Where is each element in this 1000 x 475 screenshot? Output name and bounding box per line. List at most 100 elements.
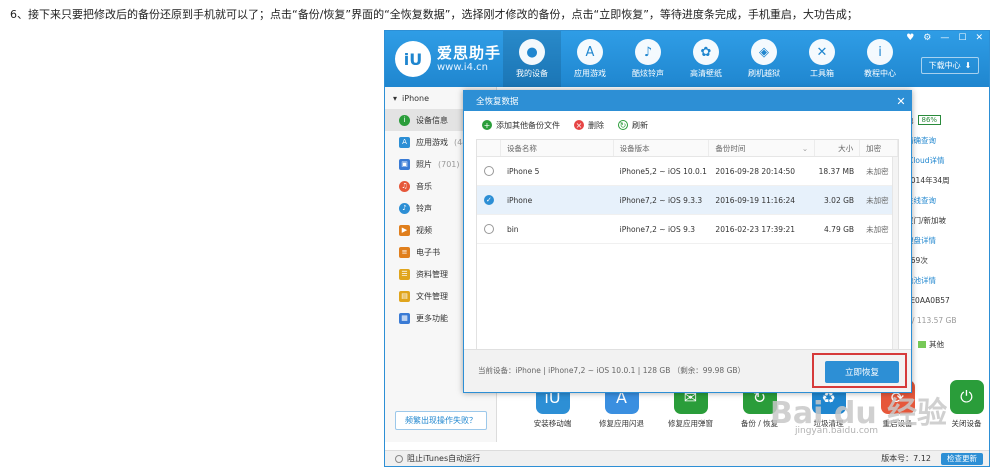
info-link[interactable]: iCloud详情 (906, 150, 992, 170)
tool-label: 安装移动端 (533, 419, 572, 428)
full-restore-dialog: 全恢复数据 ✕ + 添加其他备份文件 × 删除 ↻ 刷新 设备名称 设备版本 备… (463, 90, 912, 393)
header-backup-time-label: 备份时间 (715, 143, 746, 153)
operation-failed-help-button[interactable]: 频繁出现操作失败？ (395, 411, 487, 430)
close-icon[interactable]: ✕ (891, 91, 911, 111)
row-radio[interactable] (477, 157, 501, 185)
add-backup-button[interactable]: + 添加其他备份文件 (482, 120, 560, 131)
table-row-selected[interactable]: ✓ iPhone iPhone7,2 ~ iOS 9.3.3 2016-09-1… (477, 186, 898, 215)
info-icon: i (867, 39, 893, 65)
info-text: 2014年34周 (906, 175, 950, 185)
add-backup-label: 添加其他备份文件 (496, 120, 560, 130)
sidebar-item-label: 视频 (416, 225, 432, 235)
sidebar-item-label: 更多功能 (416, 313, 448, 323)
info-text: 厦门/新加坡 (906, 215, 947, 225)
radio-icon (483, 166, 494, 176)
nav-ringtones[interactable]: ♪ 酷炫铃声 (619, 31, 677, 87)
grid-icon: ▦ (399, 312, 410, 324)
refresh-button[interactable]: ↻ 刷新 (618, 120, 648, 131)
refresh-label: 刷新 (632, 120, 648, 130)
annotation-highlight-box (812, 353, 907, 388)
info-icon: i (399, 114, 410, 126)
nav-label: 工具箱 (810, 69, 834, 78)
header-encryption[interactable]: 加密 (860, 140, 898, 156)
header-backup-time[interactable]: 备份时间 ⌄ (709, 140, 816, 156)
cell-device-version: iPhone7,2 ~ iOS 9.3.3 (619, 195, 703, 205)
nav-flash-jailbreak[interactable]: ◈ 刷机越狱 (735, 31, 793, 87)
sidebar-item-count: (701) (438, 159, 460, 169)
i4-logo: iU (395, 41, 431, 77)
row-radio[interactable]: ✓ (477, 186, 501, 214)
header-device-version[interactable]: 设备版本 (614, 140, 710, 156)
info-link[interactable]: 在线查询 (906, 190, 992, 210)
contacts-icon: ☰ (399, 268, 410, 280)
row-radio[interactable] (477, 215, 501, 243)
nav-wallpapers[interactable]: ✿ 高清壁纸 (677, 31, 735, 87)
battery-row: 电 86% (906, 110, 992, 130)
cell-device-version: iPhone5,2 ~ iOS 10.0.1 (619, 166, 707, 176)
table-row[interactable]: iPhone 5 iPhone5,2 ~ iOS 10.0.1 2016-09-… (477, 157, 898, 186)
bell-icon: ♪ (635, 39, 661, 65)
folder-icon: ▤ (399, 290, 410, 302)
cell-size: 3.02 GB (824, 195, 855, 205)
delete-button[interactable]: × 删除 (574, 120, 604, 131)
info-text: 769次 (906, 255, 928, 265)
nav-label: 应用游戏 (574, 69, 606, 78)
refresh-icon: ↻ (618, 120, 628, 130)
header-size[interactable]: 大小 (815, 140, 861, 156)
sidebar-item-label: 照片 (416, 159, 432, 169)
header-select (477, 140, 501, 156)
download-center-label: 下载中心 (928, 61, 961, 70)
dropbox-icon: ◈ (751, 39, 777, 65)
sort-chevron-icon: ⌄ (801, 143, 809, 153)
cell-size: 18.37 MB (818, 166, 855, 176)
cell-device-name: bin (506, 224, 519, 234)
cell-device-version: iPhone7,2 ~ iOS 9.3 (619, 224, 696, 234)
brand-url: www.i4.cn (437, 62, 488, 73)
minimize-icon[interactable]: — (940, 33, 949, 43)
info-text: FE0AA0B57 (906, 295, 950, 305)
baidu-watermark-url: jingyan.baidu.com (795, 426, 879, 436)
photo-icon: ▣ (399, 158, 410, 170)
battery-badge: 86% (917, 115, 942, 125)
backup-table: 设备名称 设备版本 备份时间 ⌄ 大小 加密 iPhone 5 iPhone5,… (476, 139, 899, 352)
check-update-button[interactable]: 检查更新 (941, 452, 983, 465)
status-bar: 阻止iTunes自动运行 版本号：7.12 检查更新 (385, 450, 989, 466)
header-device-name[interactable]: 设备名称 (501, 140, 614, 156)
table-scrollbar[interactable] (892, 157, 898, 352)
cell-device-name: iPhone (506, 195, 533, 205)
close-icon[interactable]: ✕ (975, 33, 983, 43)
sidebar-item-label: 音乐 (416, 181, 432, 191)
nav-apps[interactable]: A 应用游戏 (561, 31, 619, 87)
cell-device-name: iPhone 5 (506, 166, 540, 176)
music-icon: ♫ (399, 180, 410, 192)
table-row[interactable]: bin iPhone7,2 ~ iOS 9.3 2016-02-23 17:39… (477, 215, 898, 244)
favorite-icon[interactable]: ♥ (906, 33, 914, 43)
current-device-info: 当前设备：iPhone | iPhone7,2 ~ iOS 10.0.1 | 1… (478, 366, 746, 375)
device-name: iPhone (402, 93, 430, 103)
sidebar-item-label: 应用游戏 (416, 137, 448, 147)
video-icon: ▶ (399, 224, 410, 236)
block-itunes-toggle[interactable]: 阻止iTunes自动运行 (395, 453, 480, 464)
nav-label: 我的设备 (516, 69, 548, 78)
maximize-icon[interactable]: ☐ (958, 33, 966, 43)
info-link[interactable]: 精确查询 (906, 130, 992, 150)
legend-label: 其他 (929, 340, 944, 349)
app-store-icon: A (399, 136, 410, 148)
nav-tutorials[interactable]: i 教程中心 (851, 31, 909, 87)
window-controls: ♥ ⚙ — ☐ ✕ (906, 33, 983, 43)
dialog-title: 全恢复数据 (464, 91, 911, 111)
download-center-button[interactable]: 下载中心 ⬇ (921, 57, 979, 74)
cell-backup-time: 2016-02-23 17:39:21 (715, 224, 796, 234)
instruction-text: 6、接下来只要把修改后的备份还原到手机就可以了；点击“备份/恢复”界面的“全恢复… (10, 8, 858, 21)
info-link[interactable]: 硬盘详情 (906, 230, 992, 250)
block-itunes-label: 阻止iTunes自动运行 (407, 454, 481, 463)
sidebar-item-label: 铃声 (416, 203, 432, 213)
settings-icon[interactable]: ⚙ (923, 33, 931, 43)
radio-icon (395, 454, 403, 463)
delete-icon: × (574, 120, 584, 130)
nav-toolbox[interactable]: ✕ 工具箱 (793, 31, 851, 87)
cell-backup-time: 2016-09-19 11:16:24 (715, 195, 796, 205)
delete-label: 删除 (588, 120, 604, 130)
info-link[interactable]: 电池详情 (906, 270, 992, 290)
nav-my-device[interactable]: ● 我的设备 (503, 31, 561, 87)
